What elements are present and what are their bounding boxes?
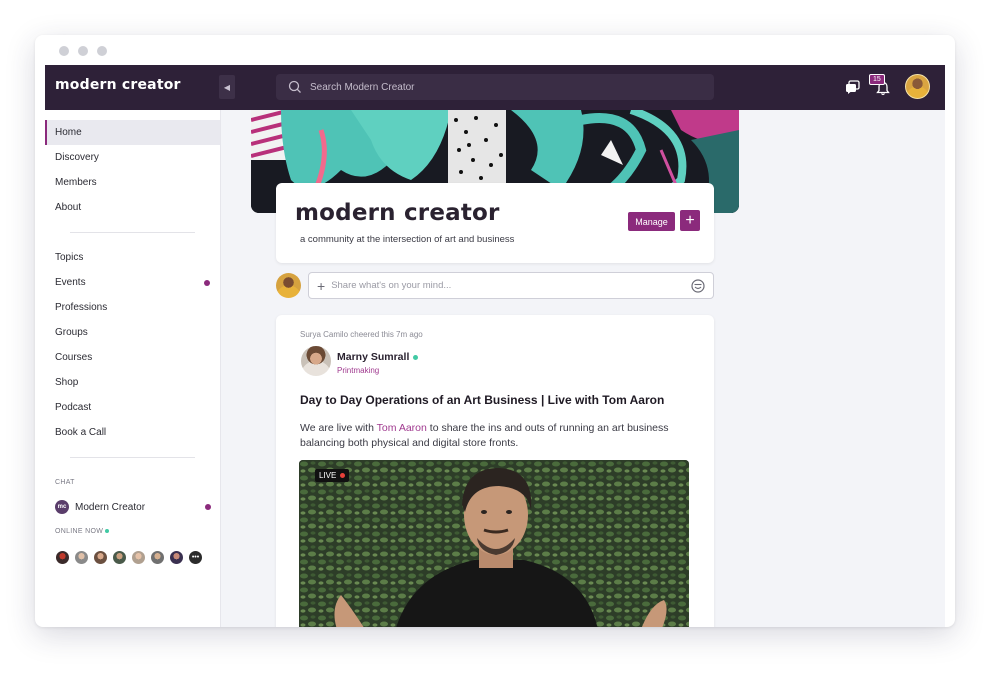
community-chat-icon: mc (55, 500, 69, 514)
sidebar-divider (70, 232, 195, 233)
live-badge: LIVE (315, 469, 350, 482)
sidebar: Home Discovery Members About Topics Even… (45, 110, 221, 627)
community-subtitle: a community at the intersection of art a… (300, 234, 515, 245)
sidebar-item-label: About (55, 202, 82, 213)
sidebar-item-courses[interactable]: Courses (45, 345, 220, 370)
notification-badge: 15 (869, 74, 885, 85)
sidebar-item-label: Courses (55, 352, 93, 363)
online-now-label: ONLINE NOW (55, 528, 110, 535)
messages-icon[interactable] (845, 79, 861, 95)
sidebar-item-label: Book a Call (55, 427, 107, 438)
user-avatar[interactable] (905, 74, 930, 99)
post-composer-input[interactable]: + Share what's on your mind... (308, 272, 714, 299)
community-title: modern creator (295, 200, 500, 226)
sidebar-item-label: Podcast (55, 402, 92, 413)
online-member-avatar[interactable] (169, 550, 184, 565)
online-member-avatar[interactable] (131, 550, 146, 565)
online-indicator-icon (413, 354, 419, 360)
online-member-avatar[interactable] (74, 550, 89, 565)
manage-button[interactable]: Manage (628, 212, 675, 231)
sidebar-item-home[interactable]: Home (45, 120, 220, 145)
post-title[interactable]: Day to Day Operations of an Art Business… (300, 393, 664, 407)
unread-dot (204, 280, 210, 286)
live-dot-icon (340, 473, 346, 478)
mention-link[interactable]: Tom Aaron (377, 422, 427, 434)
live-label: LIVE (319, 471, 337, 480)
sidebar-item-about[interactable]: About (45, 195, 220, 220)
window-dot[interactable] (78, 46, 88, 56)
window-dot[interactable] (59, 46, 69, 56)
video-frame (299, 460, 689, 627)
author-name-row[interactable]: Marny Sumrall (337, 351, 419, 363)
post-body-text: We are live with (300, 422, 377, 434)
brand-logo[interactable]: modern creator (55, 77, 181, 93)
cheer-activity: Surya Camilo cheered this 7m ago (300, 330, 423, 339)
more-members-icon[interactable]: ••• (188, 550, 203, 565)
online-member-avatar[interactable] (55, 550, 70, 565)
search-input[interactable]: Search Modern Creator (276, 74, 714, 100)
online-members: ••• (55, 550, 203, 565)
sidebar-item-label: Discovery (55, 152, 99, 163)
search-placeholder: Search Modern Creator (310, 81, 415, 93)
window-controls (59, 46, 107, 56)
author-name: Marny Sumrall (337, 351, 410, 363)
composer-avatar (276, 273, 301, 298)
author-tag[interactable]: Printmaking (337, 366, 379, 375)
sidebar-item-label: Professions (55, 302, 108, 313)
sidebar-item-label: Home (55, 127, 82, 138)
collapse-sidebar-button[interactable]: ◀ (219, 75, 235, 99)
sidebar-item-book-a-call[interactable]: Book a Call (45, 420, 220, 445)
live-video[interactable]: LIVE (299, 460, 689, 627)
top-bar: modern creator ◀ Search Modern Creator 1… (45, 65, 945, 110)
sidebar-item-label: Shop (55, 377, 79, 388)
chat-room-modern-creator[interactable]: mc Modern Creator (55, 500, 211, 514)
window-dot[interactable] (97, 46, 107, 56)
post-body: We are live with Tom Aaron to share the … (300, 421, 680, 451)
chat-section-label: CHAT (55, 479, 75, 486)
sidebar-item-label: Events (55, 277, 86, 288)
plus-icon: + (317, 277, 326, 294)
online-member-avatar[interactable] (150, 550, 165, 565)
sidebar-item-label: Groups (55, 327, 88, 338)
sidebar-item-members[interactable]: Members (45, 170, 220, 195)
online-member-avatar[interactable] (112, 550, 127, 565)
sidebar-item-professions[interactable]: Professions (45, 295, 220, 320)
community-header-card: modern creator a community at the inters… (276, 183, 714, 263)
unread-dot (205, 504, 211, 510)
browser-window: modern creator ◀ Search Modern Creator 1… (35, 35, 955, 627)
sidebar-item-events[interactable]: Events (45, 270, 220, 295)
sidebar-item-shop[interactable]: Shop (45, 370, 220, 395)
online-member-avatar[interactable] (93, 550, 108, 565)
post-card: Surya Camilo cheered this 7m ago Marny S… (276, 315, 714, 627)
chat-room-label: Modern Creator (75, 501, 146, 513)
sidebar-divider (70, 457, 195, 458)
sidebar-item-label: Members (55, 177, 97, 188)
online-indicator-icon (105, 529, 110, 534)
notifications-button[interactable]: 15 (869, 74, 891, 98)
online-now-text: ONLINE NOW (55, 528, 104, 535)
sidebar-item-podcast[interactable]: Podcast (45, 395, 220, 420)
composer-placeholder: Share what's on your mind... (331, 280, 452, 291)
app-frame: modern creator ◀ Search Modern Creator 1… (45, 65, 945, 627)
sidebar-item-discovery[interactable]: Discovery (45, 145, 220, 170)
sidebar-item-topics[interactable]: Topics (45, 245, 220, 270)
search-icon (288, 80, 301, 93)
sidebar-item-groups[interactable]: Groups (45, 320, 220, 345)
author-avatar[interactable] (301, 346, 331, 376)
add-button[interactable]: + (680, 210, 700, 231)
sidebar-item-label: Topics (55, 252, 84, 263)
emoji-icon[interactable] (691, 279, 705, 293)
